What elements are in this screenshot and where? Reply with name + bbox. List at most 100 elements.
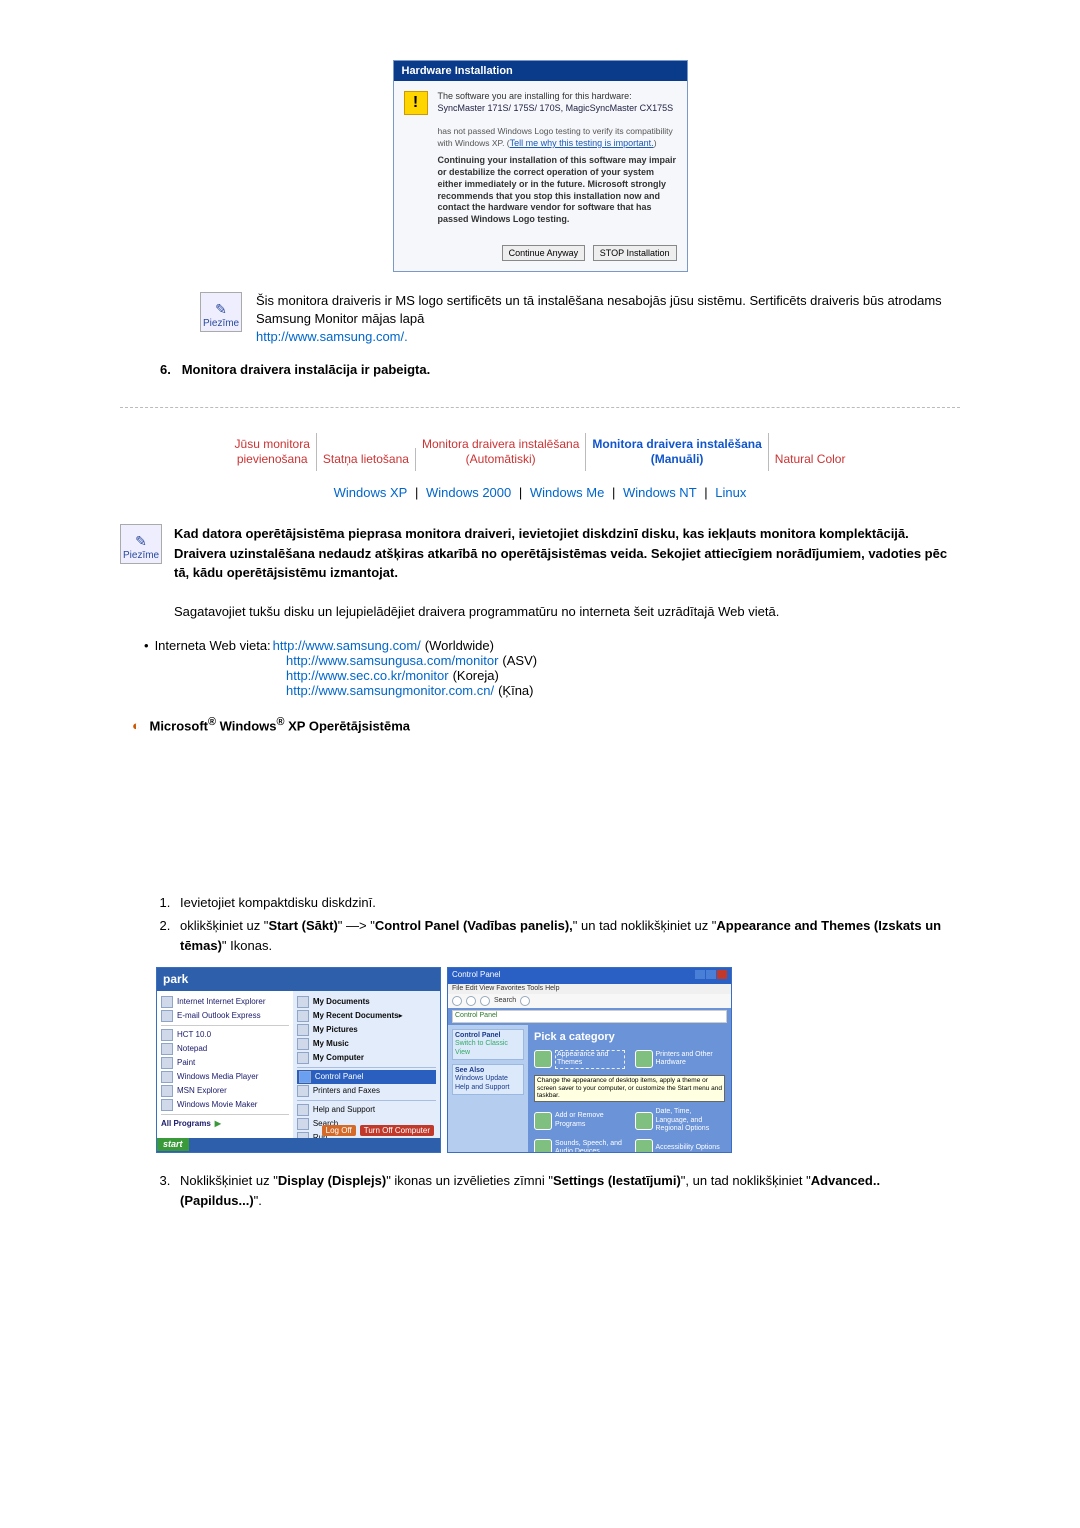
maximize-icon[interactable] bbox=[706, 970, 716, 979]
note-badge-icon: ✎ Piezīme bbox=[200, 292, 242, 332]
sm-item[interactable]: HCT 10.0 bbox=[161, 1028, 289, 1042]
sm-all-programs[interactable]: All Programs ▶ bbox=[161, 1117, 289, 1131]
startmenu-right-col: My Documents My Recent Documents ▸ My Pi… bbox=[293, 991, 440, 1141]
sm-item[interactable]: Printers and Faxes bbox=[297, 1084, 436, 1098]
cp-window-title: Control Panel bbox=[452, 970, 500, 982]
sm-item[interactable]: MSN Explorer bbox=[161, 1084, 289, 1098]
up-icon[interactable] bbox=[480, 996, 490, 1006]
note1-link[interactable]: http://www.samsung.com/. bbox=[256, 329, 408, 344]
step-1: Ievietojiet kompaktdisku diskdzinī. bbox=[174, 893, 960, 913]
folder-icon bbox=[297, 1010, 309, 1022]
logoff-button[interactable]: Log Off bbox=[322, 1125, 356, 1137]
screenshot-control-panel: Control Panel File Edit View Favorites T… bbox=[447, 967, 732, 1153]
websites-label: Interneta Web vieta: bbox=[155, 638, 271, 653]
folders-icon[interactable] bbox=[520, 996, 530, 1006]
cp-side-panel: Control Panel Switch to Classic View bbox=[452, 1029, 524, 1060]
section-header-xp: ◐ Microsoft® Windows® XP Operētājsistēma bbox=[132, 716, 960, 733]
sm-item[interactable]: Help and Support bbox=[297, 1103, 436, 1117]
sm-item[interactable]: My Computer bbox=[297, 1051, 436, 1065]
website-link-3[interactable]: http://www.samsungmonitor.com.cn/ bbox=[286, 683, 494, 698]
os-windows-nt[interactable]: Windows NT bbox=[623, 485, 697, 500]
step6-index: 6. bbox=[160, 362, 171, 377]
close-icon[interactable] bbox=[717, 970, 727, 979]
app-icon bbox=[161, 1029, 173, 1041]
os-windows-2000[interactable]: Windows 2000 bbox=[426, 485, 511, 500]
tab-natural-color[interactable]: Natural Color bbox=[769, 448, 852, 471]
website-link-2[interactable]: http://www.sec.co.kr/monitor bbox=[286, 668, 449, 683]
stop-installation-button[interactable]: STOP Installation bbox=[593, 245, 677, 261]
cp-cat-appearance[interactable]: Appearance and Themes bbox=[534, 1050, 625, 1069]
website-region-0: (Worldwide) bbox=[425, 638, 494, 653]
folder-icon bbox=[297, 996, 309, 1008]
cp-cat-accessibility[interactable]: Accessibility Options bbox=[635, 1139, 726, 1153]
app-icon bbox=[161, 1010, 173, 1022]
cp-menubar[interactable]: File Edit View Favorites Tools Help bbox=[448, 984, 731, 994]
step-3: Noklikšķiniet uz "Display (Displejs)" ik… bbox=[174, 1171, 960, 1210]
dialog-line1: The software you are installing for this… bbox=[438, 91, 677, 103]
app-icon bbox=[161, 1071, 173, 1083]
os-windows-xp[interactable]: Windows XP bbox=[334, 485, 408, 500]
sm-item[interactable]: Paint bbox=[161, 1056, 289, 1070]
cp-cat-sounds[interactable]: Sounds, Speech, and Audio Devices bbox=[534, 1139, 625, 1153]
cp-address-bar[interactable]: Control Panel bbox=[452, 1010, 727, 1022]
sm-control-panel[interactable]: Control Panel bbox=[297, 1070, 436, 1084]
cp-switch-view[interactable]: Switch to Classic View bbox=[455, 1040, 508, 1055]
note2-label: Piezīme bbox=[123, 550, 159, 561]
sm-item[interactable]: Windows Movie Maker bbox=[161, 1098, 289, 1112]
os-windows-me[interactable]: Windows Me bbox=[530, 485, 604, 500]
start-button[interactable]: start bbox=[157, 1138, 189, 1151]
installation-steps: Ievietojiet kompaktdisku diskdzinī. okli… bbox=[174, 893, 960, 956]
sm-item[interactable]: Notepad bbox=[161, 1042, 289, 1056]
step-2: oklikšķiniet uz "Start (Sākt)" —> "Contr… bbox=[174, 916, 960, 955]
app-icon bbox=[161, 1085, 173, 1097]
note2-p1: Kad datora operētājsistēma pieprasa moni… bbox=[174, 524, 960, 583]
dialog-line2b: ) bbox=[654, 138, 657, 148]
dialog-tell-link[interactable]: Tell me why this testing is important. bbox=[510, 138, 654, 148]
websites-block: • Interneta Web vieta: http://www.samsun… bbox=[144, 638, 960, 698]
computer-icon bbox=[297, 1052, 309, 1064]
os-links: Windows XP | Windows 2000 | Windows Me |… bbox=[120, 485, 960, 500]
cp-tooltip: Change the appearance of desktop items, … bbox=[534, 1075, 725, 1102]
sm-item[interactable]: My Pictures bbox=[297, 1023, 436, 1037]
website-link-1[interactable]: http://www.samsungusa.com/monitor bbox=[286, 653, 498, 668]
section-tabs: Jūsu monitorapievienošana Statņa lietoša… bbox=[120, 433, 960, 471]
forward-icon[interactable] bbox=[466, 996, 476, 1006]
app-icon bbox=[161, 1057, 173, 1069]
tab-driver-manual[interactable]: Monitora draivera instalēšana(Manuāli) bbox=[586, 433, 768, 471]
datetime-icon bbox=[635, 1112, 653, 1130]
website-region-1: (ASV) bbox=[502, 653, 537, 668]
startmenu-user: park bbox=[157, 968, 440, 990]
sm-item[interactable]: Internet Internet Explorer bbox=[161, 995, 289, 1009]
window-buttons bbox=[694, 970, 727, 982]
tab-stand-usage[interactable]: Statņa lietošana bbox=[317, 448, 416, 471]
folder-icon bbox=[297, 1038, 309, 1050]
tab-monitor-connect[interactable]: Jūsu monitorapievienošana bbox=[229, 433, 317, 471]
bullet-icon: ◐ bbox=[132, 718, 140, 733]
cp-toolbar: Search bbox=[448, 994, 731, 1008]
minimize-icon[interactable] bbox=[695, 970, 705, 979]
sm-item[interactable]: E-mail Outlook Express bbox=[161, 1009, 289, 1023]
website-link-0[interactable]: http://www.samsung.com/ bbox=[273, 638, 421, 653]
os-linux[interactable]: Linux bbox=[715, 485, 746, 500]
cp-cat-datetime[interactable]: Date, Time, Language, and Regional Optio… bbox=[635, 1108, 726, 1133]
startmenu-left-col: Internet Internet Explorer E-mail Outloo… bbox=[157, 991, 293, 1141]
back-icon[interactable] bbox=[452, 996, 462, 1006]
note2-p2: Sagatavojiet tukšu disku un lejupielādēj… bbox=[174, 602, 960, 622]
sm-item[interactable]: My Documents bbox=[297, 995, 436, 1009]
sm-item[interactable]: My Music bbox=[297, 1037, 436, 1051]
cp-cat-printers[interactable]: Printers and Other Hardware bbox=[635, 1050, 726, 1069]
sm-item[interactable]: Windows Media Player bbox=[161, 1070, 289, 1084]
cp-side-seealso: See Also Windows Update Help and Support bbox=[452, 1064, 524, 1095]
dialog-warning-text: Continuing your installation of this sof… bbox=[438, 155, 677, 225]
sm-item[interactable]: My Recent Documents ▸ bbox=[297, 1009, 436, 1023]
tab-driver-auto[interactable]: Monitora draivera instalēšana(Automātisk… bbox=[416, 433, 586, 471]
appearance-icon bbox=[534, 1050, 552, 1068]
continue-anyway-button[interactable]: Continue Anyway bbox=[502, 245, 586, 261]
installation-steps-cont: Noklikšķiniet uz "Display (Displejs)" ik… bbox=[174, 1171, 960, 1210]
turnoff-button[interactable]: Turn Off Computer bbox=[360, 1125, 434, 1137]
control-panel-icon bbox=[299, 1071, 311, 1083]
note1-text: Šis monitora draiveris ir MS logo sertif… bbox=[256, 292, 960, 347]
cp-cat-addremove[interactable]: Add or Remove Programs bbox=[534, 1108, 625, 1133]
cp-main-area: Pick a category Appearance and Themes Pr… bbox=[528, 1025, 731, 1154]
arrow-right-icon: ▸ bbox=[399, 1011, 403, 1021]
